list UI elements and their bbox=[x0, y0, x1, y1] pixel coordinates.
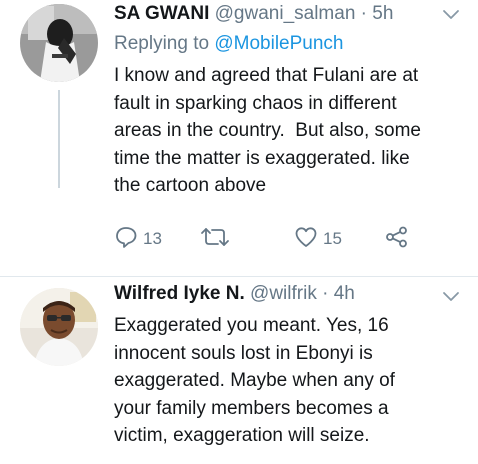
tweet-text-line: the cartoon above bbox=[114, 175, 267, 196]
avatar[interactable] bbox=[20, 288, 98, 366]
retweet-button[interactable] bbox=[200, 224, 230, 254]
tweet-text: I know and agreed that Fulani are at fau… bbox=[114, 62, 466, 200]
reply-count: 13 bbox=[143, 229, 162, 248]
tweet-text: Exaggerated you meant. Yes, 16 innocent … bbox=[114, 312, 466, 450]
tweet-text-line: Exaggerated you meant. Yes, 16 bbox=[114, 315, 389, 336]
action-bar: 13 15 bbox=[114, 224, 434, 254]
share-icon bbox=[384, 226, 410, 253]
heart-icon bbox=[294, 226, 318, 253]
avatar-photo bbox=[20, 4, 98, 82]
tweet-text-line: exaggerated. Maybe when any of bbox=[114, 370, 395, 391]
reply-icon bbox=[114, 226, 138, 253]
mention-link[interactable]: @MobilePunch bbox=[214, 33, 343, 54]
tweet-sa-gwani[interactable]: SA GWANI @gwani_salman · 5h Replying to … bbox=[0, 0, 478, 276]
timestamp[interactable]: 4h bbox=[334, 283, 355, 304]
replying-to-label: Replying to bbox=[114, 33, 210, 54]
tweet-text-line: fault in sparking chaos in different bbox=[114, 92, 397, 114]
retweet-icon bbox=[200, 226, 230, 253]
separator-dot: · bbox=[322, 283, 329, 304]
chevron-down-icon[interactable] bbox=[442, 8, 460, 22]
avatar-photo bbox=[20, 288, 98, 366]
display-name[interactable]: SA GWANI bbox=[114, 3, 209, 24]
tweet-header: SA GWANI @gwani_salman · 5h bbox=[114, 2, 393, 26]
share-button[interactable] bbox=[384, 224, 410, 254]
tweet-text-line: time the matter is exaggerated. like bbox=[114, 147, 410, 169]
separator-dot: · bbox=[360, 3, 367, 24]
user-handle[interactable]: @wilfrik bbox=[250, 283, 317, 304]
tweet-text-line: innocent souls lost in Ebonyi is bbox=[114, 342, 373, 364]
chevron-down-icon[interactable] bbox=[442, 290, 460, 304]
tweet-text-line: I know and agreed that Fulani are at bbox=[114, 65, 419, 86]
tweet-text-line: areas in the country. But also, some bbox=[114, 120, 421, 141]
replying-to: Replying to @MobilePunch bbox=[114, 32, 343, 56]
like-count: 15 bbox=[323, 229, 342, 248]
reply-button[interactable]: 13 bbox=[114, 224, 162, 254]
timestamp[interactable]: 5h bbox=[372, 3, 393, 24]
display-name[interactable]: Wilfred Iyke N. bbox=[114, 283, 245, 304]
tweet-text-line: your family members becomes a bbox=[114, 397, 389, 419]
tweet-text-line: victim, exaggeration will seize. bbox=[114, 425, 370, 446]
thread-line bbox=[58, 90, 60, 188]
like-button[interactable]: 15 bbox=[294, 224, 342, 254]
avatar[interactable] bbox=[20, 4, 98, 82]
tweet-wilfred-iyke[interactable]: Wilfred Iyke N. @wilfrik · 4h Exaggerate… bbox=[0, 276, 478, 464]
user-handle[interactable]: @gwani_salman bbox=[215, 3, 356, 24]
tweet-header: Wilfred Iyke N. @wilfrik · 4h bbox=[114, 282, 355, 306]
